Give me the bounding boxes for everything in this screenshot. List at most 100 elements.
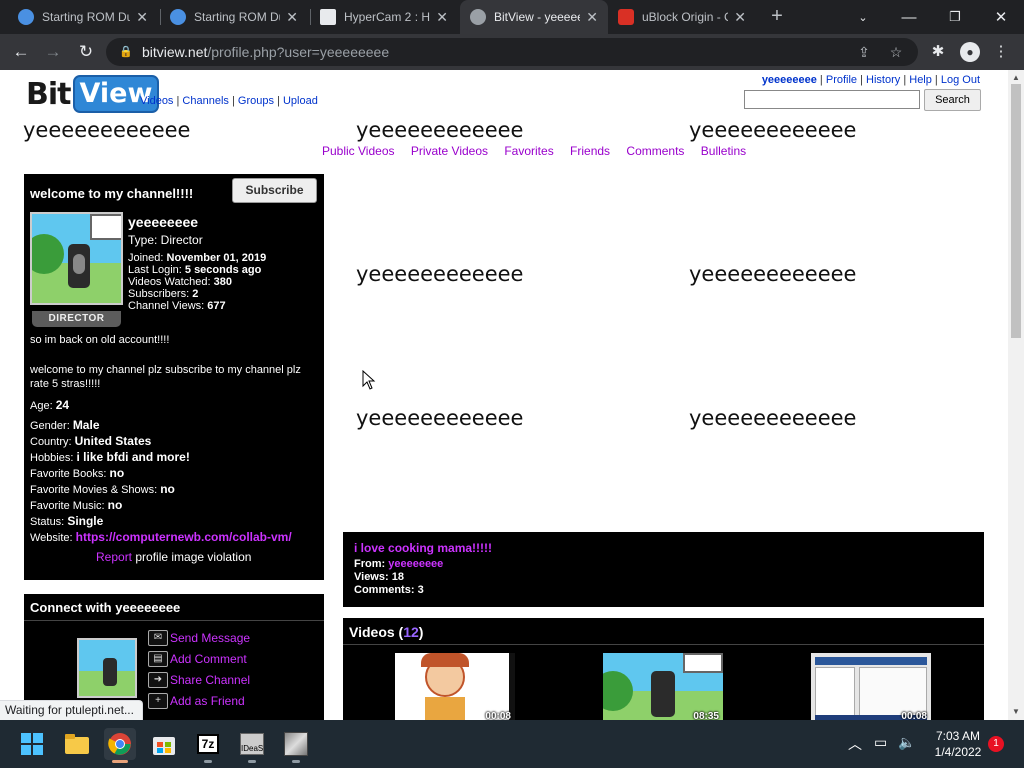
tab-favorites[interactable]: Favorites <box>504 144 553 158</box>
hypercam-icon[interactable] <box>280 728 312 760</box>
address-bar[interactable]: 🔒 bitview.net/profile.php?user=yeeeeeeee… <box>106 38 918 66</box>
background-text: yeeeeeeeeeeee <box>689 118 857 142</box>
info-status: Status: Single <box>30 514 104 528</box>
nav-videos[interactable]: Videos <box>140 95 173 107</box>
history-link[interactable]: History <box>866 74 900 86</box>
close-icon[interactable]: ✕ <box>436 9 448 26</box>
bookmark-star-icon[interactable]: ☆ <box>886 42 906 62</box>
profile-link[interactable]: Profile <box>826 74 857 86</box>
channel-username: yeeeeeeee <box>128 214 199 230</box>
info-gender: Gender: Male <box>30 418 100 432</box>
windows-start-icon[interactable] <box>16 728 48 760</box>
window-close-button[interactable]: ✕ <box>978 0 1024 34</box>
user-nav: yeeeeeeee | Profile | History | Help | L… <box>761 74 980 86</box>
avatar[interactable] <box>30 212 123 305</box>
nav-upload[interactable]: Upload <box>283 95 318 107</box>
search-input[interactable] <box>744 90 920 109</box>
restore-button[interactable]: ❐ <box>932 0 978 34</box>
status-bubble: Waiting for ptulepti.net... <box>0 700 143 720</box>
tab-bulletins[interactable]: Bulletins <box>701 144 746 158</box>
help-link[interactable]: Help <box>909 74 932 86</box>
featured-video-title[interactable]: i love cooking mama!!!!! <box>354 541 492 555</box>
tab-comments[interactable]: Comments <box>626 144 684 158</box>
reload-button[interactable]: ↻ <box>75 41 97 63</box>
chrome-icon[interactable] <box>104 728 136 760</box>
browser-tab[interactable]: Starting ROM Dump ✕ <box>160 0 308 34</box>
file-explorer-icon[interactable] <box>61 728 93 760</box>
send-message-link[interactable]: ✉ Send Message <box>148 630 250 646</box>
info-hobbies: Hobbies: i like bfdi and more! <box>30 450 190 464</box>
browser-tab-active[interactable]: BitView - yeeeeeeee ✕ <box>460 0 608 34</box>
info-age: Age: 24 <box>30 398 70 412</box>
browser-tab[interactable]: uBlock Origin - Chrome ✕ <box>608 0 756 34</box>
comment-icon: ▤ <box>148 651 168 667</box>
avatar[interactable] <box>77 638 137 698</box>
background-text: yeeeeeeeeeeee <box>689 262 857 286</box>
envelope-icon: ✉ <box>148 630 168 646</box>
nav-groups[interactable]: Groups <box>238 95 274 107</box>
add-friend-icon: + <box>148 693 168 709</box>
search-button[interactable]: Search <box>924 89 981 111</box>
share-icon[interactable]: ⇪ <box>854 42 874 62</box>
taskbar-clock[interactable]: 7:03 AM 1/4/2022 <box>930 728 986 760</box>
chromium-icon <box>18 9 34 25</box>
webstore-icon <box>618 9 634 25</box>
profile-icon[interactable]: ● <box>960 42 980 62</box>
channel-bio-line: so im back on old account!!!! <box>30 334 170 346</box>
new-tab-button[interactable]: + <box>766 5 788 27</box>
stat-last-login: Last Login: 5 seconds ago <box>128 264 262 276</box>
tab-friends[interactable]: Friends <box>570 144 610 158</box>
website-link[interactable]: https://computernewb.com/collab-vm/ <box>76 530 292 544</box>
add-friend-link[interactable]: + Add as Friend <box>148 693 245 709</box>
extensions-icon[interactable]: ✱ <box>927 41 949 63</box>
scrollbar-thumb[interactable] <box>1011 84 1021 338</box>
featured-views: Views: 18 <box>354 571 404 583</box>
info-favorite-movies: Favorite Movies & Shows: no <box>30 482 175 496</box>
volume-icon[interactable]: 🔈 <box>898 734 915 751</box>
add-comment-link[interactable]: ▤ Add Comment <box>148 651 247 667</box>
store-icon[interactable] <box>148 728 180 760</box>
page-scrollbar[interactable]: ▲ ▼ <box>1008 70 1024 720</box>
back-button[interactable]: ← <box>10 41 32 63</box>
lock-icon: 🔒 <box>119 46 133 58</box>
video-thumbnail[interactable]: 08:35 <box>603 653 723 720</box>
featured-author-link[interactable]: yeeeeeeee <box>388 558 443 570</box>
background-text: yeeeeeeeeeeee <box>689 406 857 430</box>
subscribe-button[interactable]: Subscribe <box>232 178 317 203</box>
minimize-button[interactable]: — <box>886 0 932 34</box>
close-icon[interactable]: ✕ <box>586 9 598 26</box>
browser-tab[interactable]: Starting ROM Dump ✕ <box>8 0 158 34</box>
menu-icon[interactable]: ⋮ <box>990 41 1012 63</box>
report-link[interactable]: Report <box>96 550 132 564</box>
close-icon[interactable]: ✕ <box>286 9 298 26</box>
windows-taskbar: 7z IDeaS ︿ ▭ 🔈 7:03 AM 1/4/2022 1 <box>0 720 1024 768</box>
background-text: yeeeeeeeeeeee <box>23 118 191 142</box>
video-thumbnail[interactable]: 00:08 <box>395 653 515 720</box>
archive-icon <box>320 9 336 25</box>
video-duration: 08:35 <box>693 711 719 720</box>
ideas-icon[interactable]: IDeaS <box>236 728 268 760</box>
tab-public-videos[interactable]: Public Videos <box>322 144 395 158</box>
forward-button[interactable]: → <box>42 41 64 63</box>
network-icon[interactable]: ▭ <box>874 734 887 751</box>
info-favorite-books: Favorite Books: no <box>30 466 125 480</box>
browser-tab[interactable]: HyperCam 2 : Hyperionics ✕ <box>310 0 458 34</box>
logout-link[interactable]: Log Out <box>941 74 980 86</box>
stat-videos-watched: Videos Watched: 380 <box>128 276 232 288</box>
chevron-up-icon[interactable]: ︿ <box>848 734 862 754</box>
notification-badge[interactable]: 1 <box>988 736 1004 752</box>
share-channel-link[interactable]: ➜ Share Channel <box>148 672 250 688</box>
video-thumbnail[interactable]: 00:08 <box>811 653 931 720</box>
report-line: Report profile image violation <box>96 550 252 564</box>
stat-subscribers: Subscribers: 2 <box>128 288 199 300</box>
tab-private-videos[interactable]: Private Videos <box>411 144 488 158</box>
close-icon[interactable]: ✕ <box>136 9 148 26</box>
background-text: yeeeeeeeeeeee <box>356 262 524 286</box>
username-link[interactable]: yeeeeeeee <box>762 74 817 86</box>
channel-tabs: Public Videos Private Videos Favorites F… <box>322 144 759 158</box>
close-icon[interactable]: ✕ <box>734 9 746 26</box>
tab-search-icon[interactable]: ⌄ <box>840 0 886 34</box>
scroll-down-icon[interactable]: ▼ <box>1008 704 1024 720</box>
nav-channels[interactable]: Channels <box>182 95 228 107</box>
7zip-icon[interactable]: 7z <box>192 728 224 760</box>
